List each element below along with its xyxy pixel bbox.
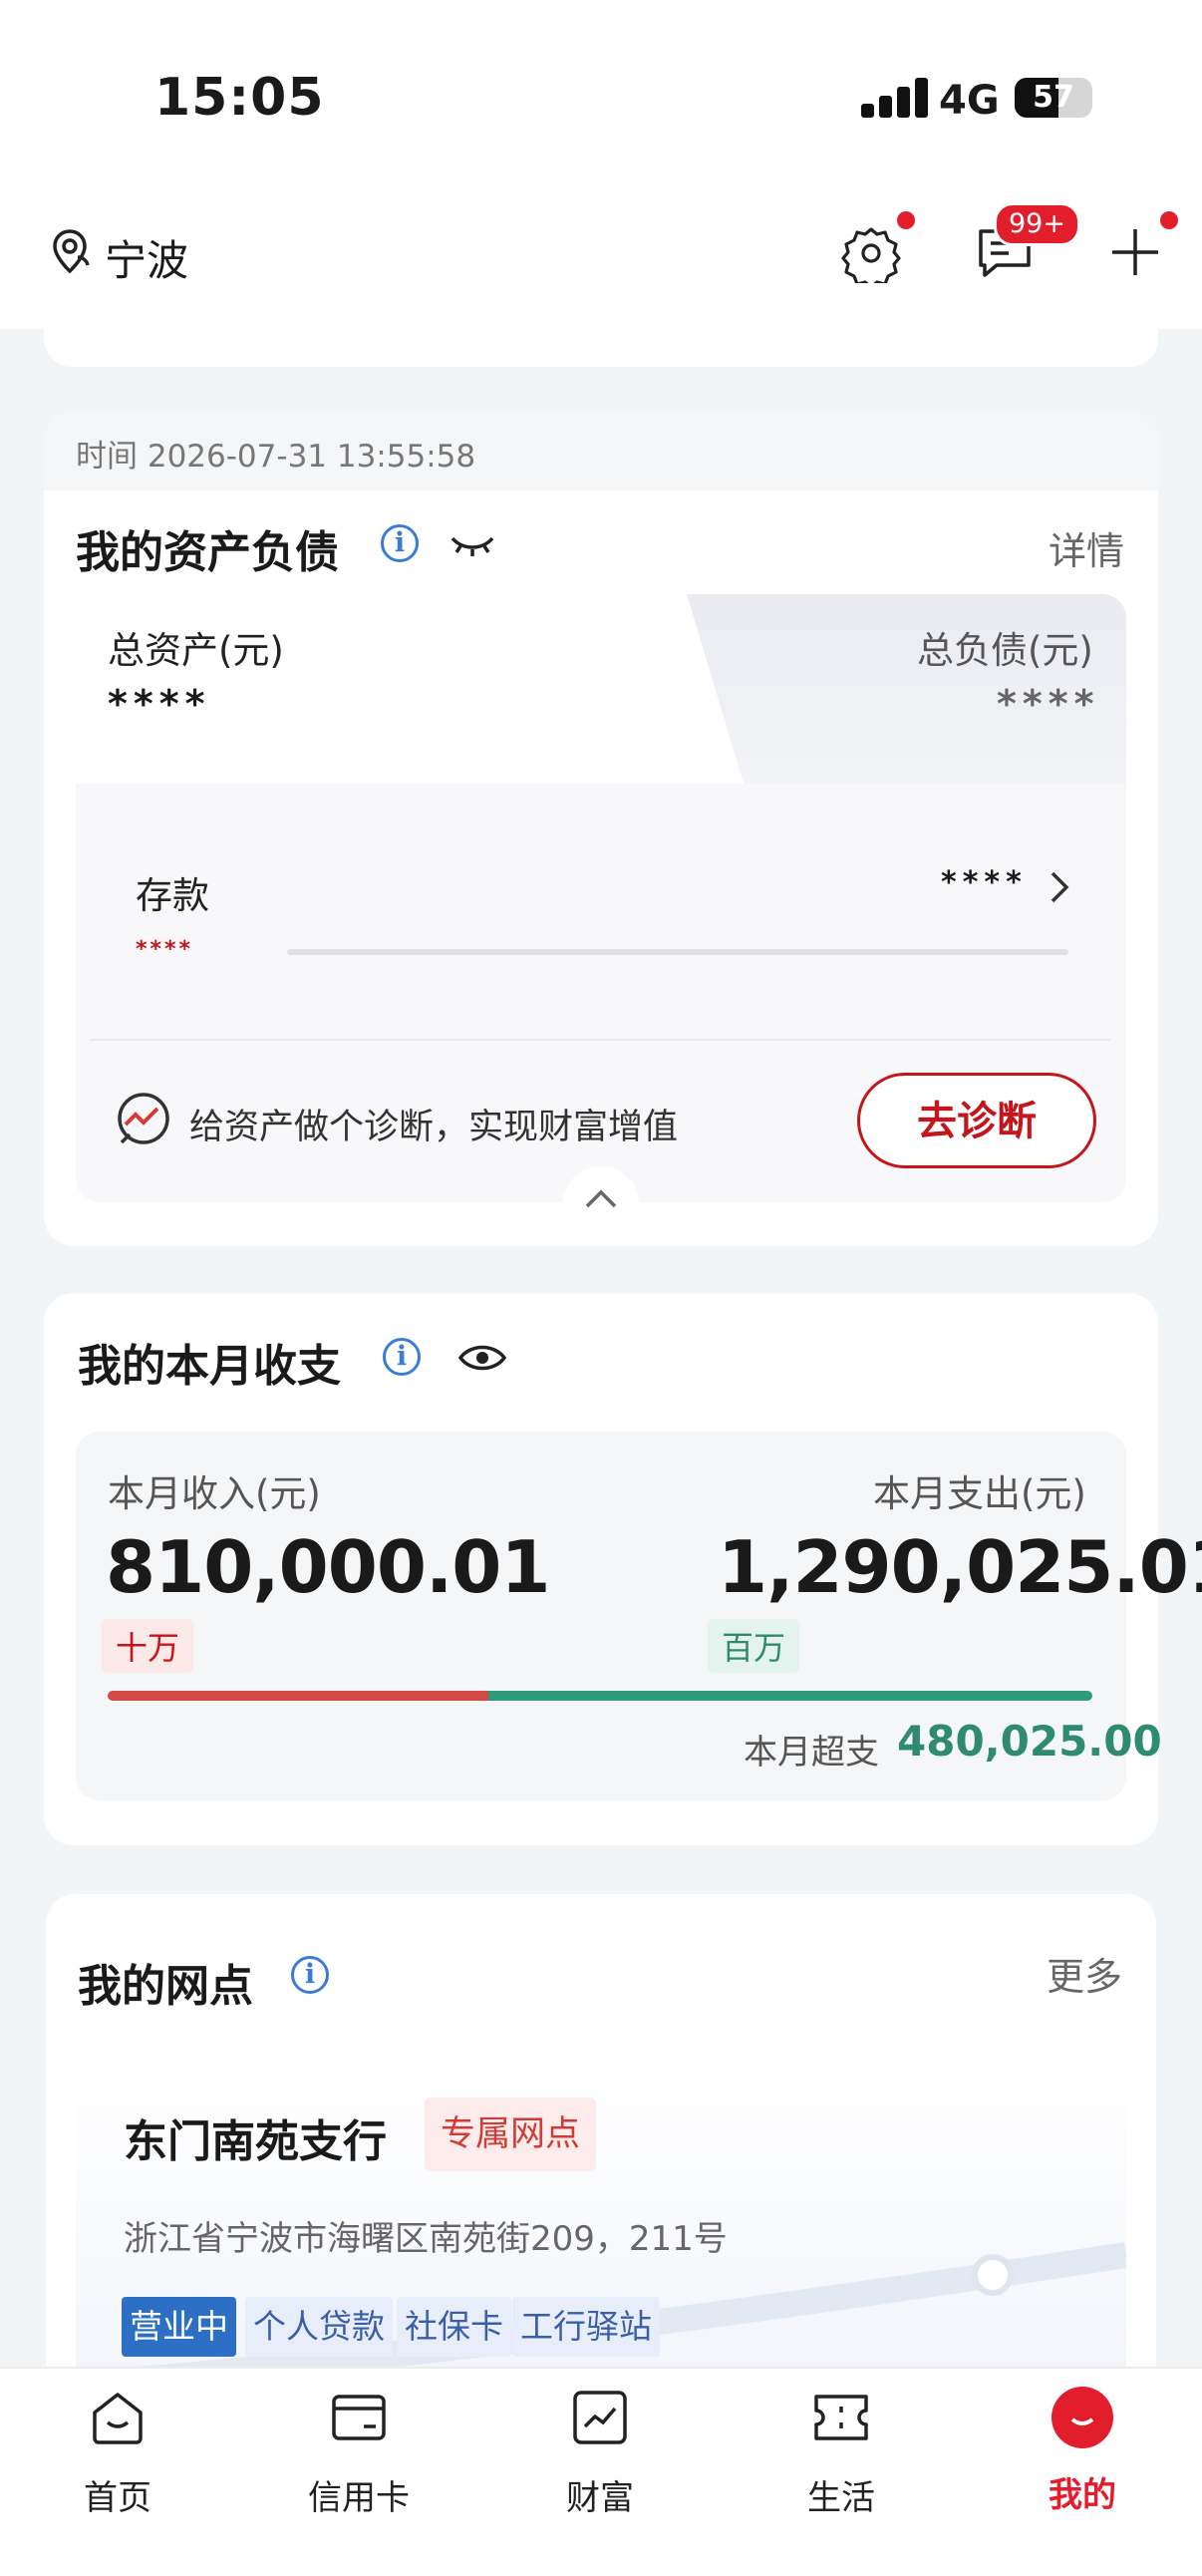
branch-name[interactable]: 东门南苑支行 — [124, 2105, 387, 2169]
diagnose-button[interactable]: 去诊断 — [857, 1073, 1096, 1168]
asset-card-title: 我的资产负债 — [76, 527, 339, 578]
collapse-button[interactable] — [563, 1166, 639, 1226]
tab-profile[interactable]: 我的 — [1003, 2387, 1162, 2516]
expense-label: 本月支出(元) — [873, 1472, 1086, 1515]
monthly-info-icon[interactable]: i — [383, 1338, 421, 1376]
deposit-label: 存款 — [136, 874, 209, 917]
asset-timestamp: 时间 2026-07-31 13:55:58 — [76, 439, 476, 475]
branch-more-link[interactable]: 更多 — [1047, 1946, 1122, 2001]
profile-icon — [1052, 2387, 1113, 2448]
service-tag: 个人贷款 — [245, 2297, 393, 2357]
deposit-value: **** — [941, 865, 1028, 900]
tab-life[interactable]: 生活 — [761, 2389, 921, 2519]
overspend-amount: 480,025.00 — [897, 1717, 1162, 1766]
message-count-badge: 99+ — [994, 202, 1080, 246]
branch-open-status: 营业中 — [122, 2297, 236, 2357]
diagnosis-icon — [114, 1089, 175, 1154]
shortcut-card-peek — [44, 299, 1158, 367]
asset-detail-link[interactable]: 详情 — [1049, 520, 1124, 575]
life-ticket-icon — [812, 2389, 870, 2446]
show-eye-icon[interactable] — [456, 1338, 508, 1382]
status-time: 15:05 — [154, 68, 325, 128]
expense-amount: 1,290,025.01 — [718, 1525, 1202, 1609]
add-plus-icon[interactable] — [1108, 225, 1162, 283]
asset-info-icon[interactable]: i — [381, 524, 419, 562]
deposit-sub-value: **** — [136, 937, 194, 962]
tab-home[interactable]: 首页 — [38, 2389, 197, 2519]
deposit-progress-bar — [287, 949, 1068, 955]
add-notification-dot — [1160, 211, 1178, 229]
branch-address: 浙江省宁波市海曙区南苑街209，211号 — [124, 2219, 728, 2259]
asset-divider — [90, 1039, 1110, 1041]
wealth-chart-icon — [571, 2389, 629, 2446]
expense-unit-tag: 百万 — [708, 1619, 800, 1673]
overspend-label: 本月超支 — [744, 1733, 879, 1772]
branch-exclusive-tag: 专属网点 — [425, 2097, 597, 2171]
branch-info-icon[interactable]: i — [291, 1956, 329, 1994]
total-assets-tab[interactable]: 总资产(元) — [108, 620, 284, 674]
expense-share-bar — [488, 1691, 1092, 1701]
total-assets-value: **** — [108, 682, 211, 726]
total-liabilities-tab[interactable]: 总负债(元) — [917, 620, 1093, 674]
total-liabilities-value: **** — [997, 682, 1100, 726]
settings-gear-icon[interactable] — [841, 223, 901, 289]
income-label: 本月收入(元) — [108, 1472, 321, 1515]
credit-card-icon — [330, 2389, 388, 2446]
tab-wealth[interactable]: 财富 — [520, 2389, 680, 2519]
home-icon — [89, 2389, 147, 2446]
network-type: 4G — [939, 78, 1000, 124]
settings-notification-dot — [897, 211, 915, 229]
tab-credit-card[interactable]: 信用卡 — [279, 2389, 439, 2519]
diagnosis-prompt: 给资产做个诊断，实现财富增值 — [189, 1108, 679, 1147]
income-amount: 810,000.01 — [106, 1525, 550, 1609]
battery-level: 57 — [1033, 80, 1074, 115]
monthly-card-title: 我的本月收支 — [78, 1341, 341, 1392]
income-unit-tag: 十万 — [102, 1619, 194, 1673]
service-tag: 工行驿站 — [512, 2297, 660, 2357]
deposit-chevron-right-icon[interactable] — [1049, 869, 1072, 909]
location-pin-icon[interactable] — [48, 227, 92, 279]
branch-card-title: 我的网点 — [78, 1961, 253, 2012]
battery-icon: 57 — [1015, 78, 1092, 118]
city-selector[interactable]: 宁波 — [105, 227, 188, 288]
hide-eye-closed-icon[interactable] — [449, 530, 496, 564]
service-tag: 社保卡 — [397, 2297, 511, 2357]
income-share-bar — [108, 1691, 488, 1701]
signal-icon — [861, 78, 928, 118]
